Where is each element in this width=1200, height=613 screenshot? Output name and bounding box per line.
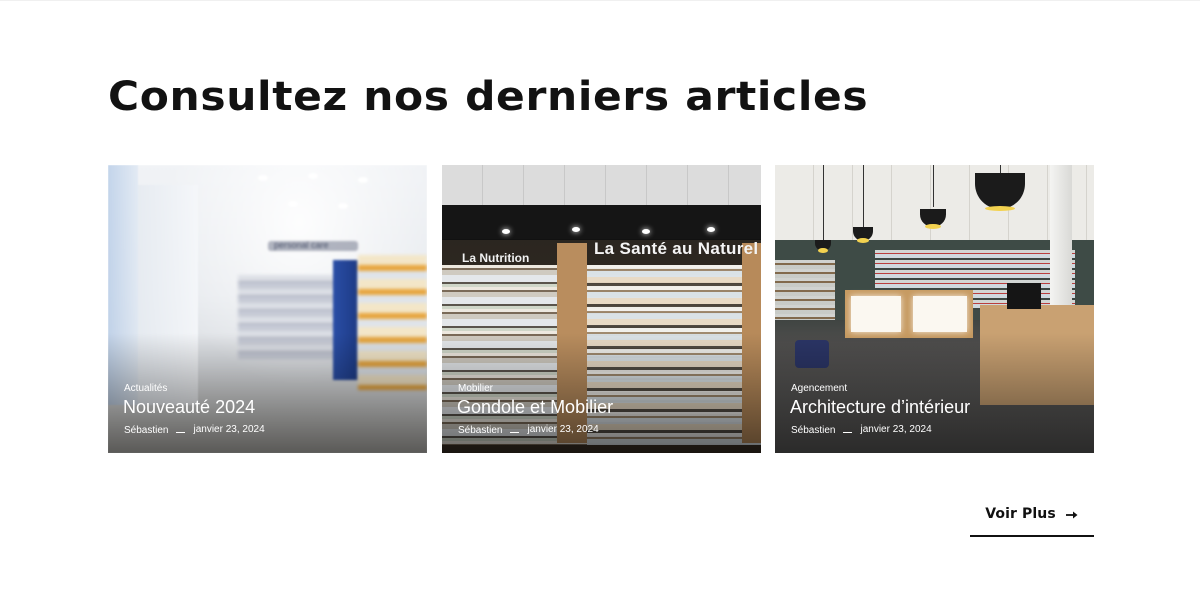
store-sign-left: La Nutrition [462,251,530,265]
article-meta: Sébastien janvier 23, 2024 [124,424,265,436]
section-title: Consultez nos derniers articles [108,74,869,120]
meta-separator [843,432,853,433]
article-card-nouveaute[interactable]: personal care Actualités Nouveauté 2024 … [108,165,427,453]
article-category[interactable]: Agencement [791,383,847,394]
article-title[interactable]: Nouveauté 2024 [123,397,255,418]
article-author[interactable]: Sébastien [791,425,835,436]
article-title[interactable]: Gondole et Mobilier [457,397,613,418]
voir-plus-label: Voir Plus [985,506,1056,522]
article-card-gondole[interactable]: La Nutrition La Santé au Naturel Mobilie… [442,165,761,453]
article-date: janvier 23, 2024 [527,424,599,435]
store-sign-right: La Santé au Naturel [594,239,759,258]
article-title[interactable]: Architecture d’intérieur [790,397,970,418]
article-date: janvier 23, 2024 [860,424,932,435]
article-category[interactable]: Mobilier [458,383,493,394]
article-author[interactable]: Sébastien [124,425,168,436]
article-card-architecture[interactable]: Agencement Architecture d’intérieur Séba… [775,165,1094,453]
voir-plus-button[interactable]: Voir Plus [970,506,1094,537]
article-meta: Sébastien janvier 23, 2024 [458,424,599,436]
arrow-right-icon [1065,506,1079,520]
meta-separator [176,432,186,433]
meta-separator [510,432,520,433]
article-category[interactable]: Actualités [124,383,167,394]
article-author[interactable]: Sébastien [458,425,502,436]
store-sign: personal care [268,240,358,251]
top-divider [0,0,1200,1]
article-date: janvier 23, 2024 [193,424,265,435]
article-meta: Sébastien janvier 23, 2024 [791,424,932,436]
